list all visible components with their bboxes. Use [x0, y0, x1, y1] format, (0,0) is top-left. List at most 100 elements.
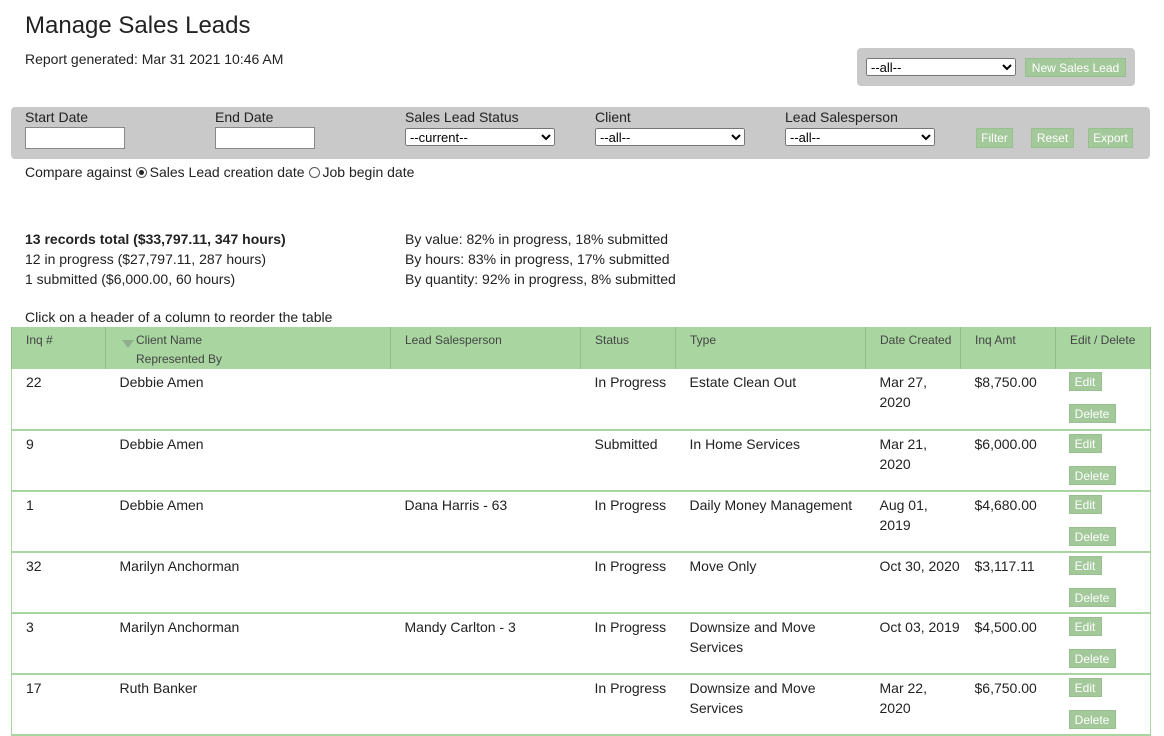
- cell-actions: Edit Delete: [1055, 491, 1151, 553]
- header-represented-label: Represented By: [136, 352, 223, 366]
- status-label: Sales Lead Status: [405, 109, 519, 125]
- table-row: 3 Marilyn Anchorman Mandy Carlton - 3 In Pr…: [11, 613, 1151, 675]
- header-salesperson-label: Lead Salesperson: [405, 333, 502, 347]
- summary-by-value: By value: 82% in progress, 18% submitted: [405, 231, 669, 247]
- cell-amt: $3,117.11: [960, 552, 1056, 614]
- cell-amt: $8,750.00: [960, 369, 1056, 431]
- delete-button[interactable]: Delete: [1068, 588, 1116, 607]
- cell-type: In Home Services: [675, 430, 866, 492]
- cell-amt: $6,000.00: [960, 430, 1056, 492]
- new-lead-panel: --all-- New Sales Lead: [857, 48, 1135, 86]
- cell-date: Mar 27, 2020: [865, 369, 961, 431]
- job-begin-date-radio[interactable]: [308, 166, 320, 178]
- report-generated-text: Report generated: Mar 31 2021 10:46 AM: [25, 51, 284, 67]
- cell-type: Downsize and Move Services: [675, 674, 866, 736]
- header-amt-label: Inq Amt: [975, 333, 1016, 347]
- table-row: 32 Marilyn Anchorman In Progress Move Only O…: [11, 552, 1151, 614]
- sales-leads-table: Inq # Client Name Represented By Lead Sa…: [11, 327, 1151, 736]
- start-date-input[interactable]: [25, 127, 125, 149]
- cell-type: Daily Money Management: [675, 491, 866, 553]
- header-status-label: Status: [595, 333, 630, 347]
- cell-status: In Progress: [580, 369, 676, 431]
- header-inq[interactable]: Inq #: [11, 327, 106, 369]
- new-sales-lead-button[interactable]: New Sales Lead: [1025, 58, 1126, 77]
- table-header-row: Inq # Client Name Represented By Lead Sa…: [11, 327, 1151, 369]
- header-actions: Edit / Delete: [1055, 327, 1151, 369]
- cell-salesperson: Mandy Carlton - 3: [390, 613, 581, 675]
- page-title: Manage Sales Leads: [25, 12, 251, 39]
- start-date-label: Start Date: [25, 109, 89, 125]
- summary-by-hours: By hours: 83% in progress, 17% submitted: [405, 251, 670, 267]
- cell-amt: $4,500.00: [960, 613, 1056, 675]
- compare-label: Compare against: [25, 164, 132, 180]
- header-date[interactable]: Date Created: [865, 327, 961, 369]
- delete-button[interactable]: Delete: [1068, 466, 1116, 485]
- cell-inq: 1: [11, 491, 106, 553]
- edit-button[interactable]: Edit: [1068, 678, 1102, 697]
- header-salesperson[interactable]: Lead Salesperson: [390, 327, 581, 369]
- summary-percentages: By value: 82% in progress, 18% submitted…: [405, 229, 676, 289]
- cell-status: In Progress: [580, 613, 676, 675]
- client-select[interactable]: --all--: [595, 128, 745, 146]
- filter-button[interactable]: Filter: [976, 128, 1013, 148]
- end-date-input[interactable]: [215, 127, 315, 149]
- header-status[interactable]: Status: [580, 327, 676, 369]
- cell-salesperson: [390, 674, 581, 736]
- edit-button[interactable]: Edit: [1068, 495, 1102, 514]
- header-date-label: Date Created: [880, 333, 952, 347]
- edit-button[interactable]: Edit: [1068, 372, 1102, 391]
- reset-button[interactable]: Reset: [1031, 128, 1074, 148]
- cell-actions: Edit Delete: [1055, 552, 1151, 614]
- table-row: 9 Debbie Amen Submitted In Home Services Mar…: [11, 430, 1151, 492]
- header-amt[interactable]: Inq Amt: [960, 327, 1056, 369]
- cell-amt: $6,750.00: [960, 674, 1056, 736]
- edit-button[interactable]: Edit: [1068, 556, 1102, 575]
- cell-type: Estate Clean Out: [675, 369, 866, 431]
- summary-by-quantity: By quantity: 92% in progress, 8% submitt…: [405, 271, 676, 287]
- table-body: 22 Debbie Amen In Progress Estate Clean Out…: [11, 369, 1151, 736]
- summary-in-progress: 12 in progress ($27,797.11, 287 hours): [25, 251, 267, 267]
- delete-button[interactable]: Delete: [1068, 404, 1116, 423]
- cell-salesperson: [390, 369, 581, 431]
- cell-actions: Edit Delete: [1055, 674, 1151, 736]
- end-date-label: End Date: [215, 109, 274, 125]
- edit-button[interactable]: Edit: [1068, 617, 1102, 636]
- header-client-label: Client Name: [136, 333, 203, 347]
- cell-client: Marilyn Anchorman: [105, 552, 391, 614]
- cell-type: Move Only: [675, 552, 866, 614]
- cell-salesperson: [390, 430, 581, 492]
- cell-date: Oct 03, 2019: [865, 613, 961, 675]
- cell-date: Oct 30, 2020: [865, 552, 961, 614]
- job-begin-date-label: Job begin date: [322, 164, 415, 180]
- cell-type: Downsize and Move Services: [675, 613, 866, 675]
- summary-total: 13 records total ($33,797.11, 347 hours): [25, 231, 286, 247]
- edit-button[interactable]: Edit: [1068, 434, 1102, 453]
- cell-client: Marilyn Anchorman: [105, 613, 391, 675]
- cell-status: In Progress: [580, 552, 676, 614]
- delete-button[interactable]: Delete: [1068, 527, 1116, 546]
- header-actions-label: Edit / Delete: [1070, 333, 1136, 347]
- status-select[interactable]: --current--: [405, 128, 555, 146]
- cell-actions: Edit Delete: [1055, 430, 1151, 492]
- delete-button[interactable]: Delete: [1068, 710, 1116, 729]
- export-button[interactable]: Export: [1088, 128, 1133, 148]
- compare-against-group: Compare against Sales Lead creation date…: [25, 164, 414, 180]
- table-row: 1 Debbie Amen Dana Harris - 63 In Progress D…: [11, 491, 1151, 553]
- cell-status: Submitted: [580, 430, 676, 492]
- cell-inq: 32: [11, 552, 106, 614]
- salesperson-select[interactable]: --all--: [785, 128, 935, 146]
- summary-counts: 13 records total ($33,797.11, 347 hours)…: [25, 229, 286, 289]
- lead-type-select[interactable]: --all--: [866, 58, 1016, 76]
- delete-button[interactable]: Delete: [1068, 649, 1116, 668]
- table-row: 22 Debbie Amen In Progress Estate Clean Out…: [11, 369, 1151, 431]
- header-type[interactable]: Type: [675, 327, 866, 369]
- cell-salesperson: [390, 552, 581, 614]
- cell-inq: 9: [11, 430, 106, 492]
- cell-actions: Edit Delete: [1055, 369, 1151, 431]
- cell-inq: 22: [11, 369, 106, 431]
- cell-client: Ruth Banker: [105, 674, 391, 736]
- header-client[interactable]: Client Name Represented By: [105, 327, 391, 369]
- header-type-label: Type: [690, 333, 717, 347]
- cell-actions: Edit Delete: [1055, 613, 1151, 675]
- creation-date-radio[interactable]: [135, 166, 147, 178]
